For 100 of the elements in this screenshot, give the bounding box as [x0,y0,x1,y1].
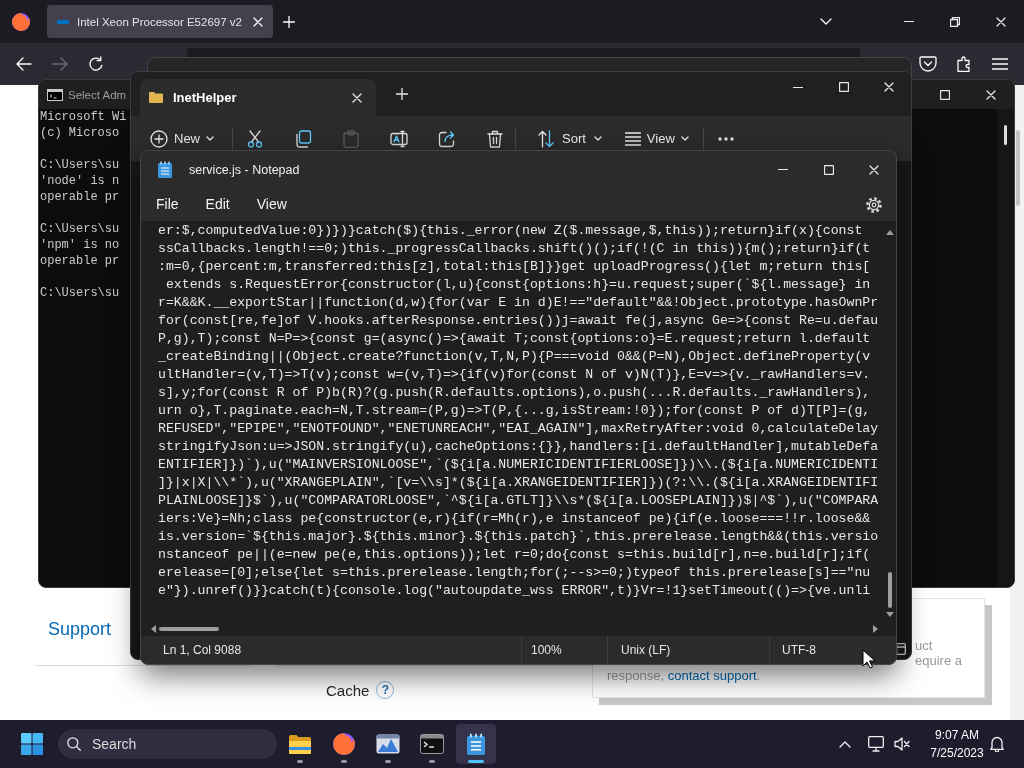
browser-logo-icon [332,732,356,756]
sort-button[interactable]: Sort [530,126,610,151]
notepad-icon [158,161,172,178]
scrollbar-thumb[interactable] [888,572,892,608]
back-arrow-icon[interactable] [16,57,32,71]
share-icon[interactable] [438,129,456,148]
bell-icon[interactable] [990,736,1004,752]
scroll-right-icon[interactable] [873,625,878,633]
muted-speaker-icon[interactable] [894,736,910,752]
notice-text: response, contact support. [607,668,762,683]
console-line: (c) Microso [40,125,120,141]
maximize-icon[interactable] [824,164,834,175]
line-ending: Unix (LF) [621,643,671,657]
reload-icon[interactable] [88,56,104,72]
menu-icon[interactable] [992,58,1008,70]
restore-icon[interactable] [950,16,960,27]
plus-icon[interactable] [396,88,408,100]
explorer-tab[interactable]: InetHelper [140,79,376,116]
shield-check-icon[interactable] [919,56,937,72]
minimize-icon[interactable] [793,86,803,88]
code-line: stringifyJson:u=>JSON.stringify(u),cacheOptions:{}},handlers:[i.defaultHandler],mutableDefa [158,438,879,456]
terminal-window-icon [420,734,444,754]
scrollbar-thumb[interactable] [1016,130,1020,206]
clock-time[interactable]: 9:07 AM [935,726,979,744]
puzzle-piece-icon[interactable] [956,56,972,72]
code-line: REFUSED","EPIPE","ENOTFOUND","ENETUNREACH","EAI_AGAIN"],maxRetryAfter:void 0,calculateDelay [158,420,879,438]
view-button[interactable]: View [616,126,697,151]
encoding: UTF-8 [782,643,816,657]
scroll-down-icon[interactable] [886,612,894,617]
close-icon[interactable] [884,82,894,92]
console-line: Microsoft Wi [40,109,127,125]
list-lines-icon [624,131,641,146]
caret-icon [680,136,689,141]
text-box-icon[interactable] [390,129,408,148]
close-icon[interactable] [996,16,1006,27]
copy-icon[interactable] [294,129,312,148]
chart-window-icon [376,734,400,754]
scrollbar-thumb[interactable] [1004,125,1007,145]
menu-item[interactable]: File [146,192,189,217]
maximize-icon[interactable] [940,89,950,100]
panel-icon[interactable] [896,643,906,655]
more-icon[interactable] [717,136,734,141]
folder-icon [148,91,164,104]
close-icon[interactable] [869,164,879,175]
code-line: :m=0,{percent:m,transferred:this[z],total:this[B]}}get uploadProgress(){let m;return this[ [158,258,871,276]
code-line: ultHandler=(v,T)=>T(v);const w=(v,T)=>{if(v)for(const N of v)N(T)},E=v=>{v._rawHandlers=v. [158,366,871,384]
code-line: ssCallbacks.length!==0;)this._progressCallbacks.shift()();if(!(C in this)){m();return}if(t [158,240,871,258]
taskbar-app-button[interactable] [456,724,496,764]
scroll-up-icon[interactable] [886,230,894,235]
contact-support-link[interactable]: contact support [667,668,757,683]
mouse-pointer-icon [862,649,875,669]
code-line: iers:Ve}=Nh;class pe{constructor(e,r){if(r=Mh(r),e instanceof pe){if(e.loose===!!r.loose&& [158,510,871,528]
code-line: _createBinding||(Object.create?function(v,T,N,P){P===void 0&&(P=N),Object.defineProperty(v [158,348,871,366]
search-icon [67,737,81,751]
console-line: C:\Users\su [40,221,120,237]
sort-arrows-icon [538,129,554,148]
cache-label: Cache [326,681,370,699]
notice-text: uct [915,638,933,653]
support-link[interactable]: Support [48,619,112,640]
console-line: operable pr [40,253,120,269]
clock-date[interactable]: 7/25/2023 [930,744,984,762]
maximize-icon[interactable] [839,82,849,92]
trash-icon[interactable] [487,129,503,148]
code-line: nstanceof pe||(e=new pe(e,this.options));let r=0;do{const s=this.build[r],n=e.build[r];if( [158,546,871,564]
chevron-down-icon[interactable] [820,18,832,25]
window-title: Select Adm [68,88,127,101]
scroll-left-icon[interactable] [151,625,156,633]
code-line: PLAINLOOSE]}$`),u("COMPARATORLOOSE",`^${i[a.GTLT]}\\s*(${i[a.LOOSEPLAIN]})$|^$`),u("COMPARA [158,492,879,510]
new-button[interactable]: New [142,126,222,151]
notepad-icon [467,733,485,755]
caret-icon [593,136,602,141]
cursor-position: Ln 1, Col 9088 [163,643,242,657]
code-line: urn o},T.paginate.each=N,T.stream=(P,g)=>T(P,{...g,isStream:!0});for(const P of d)T[P]=(g, [158,402,871,420]
code-line: erelease=[0];else{let s=this.prerelease.length;for(;--s>=0;)typeof this.prerelease[s]=="nu [158,564,871,582]
search-field[interactable]: Search [58,729,277,759]
folder-icon [288,734,312,754]
menu-item[interactable]: Edit [195,192,240,217]
console-line: C:\Users\su [40,285,120,301]
zoom-level: 100% [531,643,562,657]
notice-text: equire a [915,653,962,668]
caret-icon [206,136,214,141]
menu-item[interactable]: View [246,192,297,217]
console-line: operable pr [40,189,120,205]
code-line: ENTIFIER]})`),u("MAINVERSIONLOOSE",`(${i[a.NUMERICIDENTIFIERLOOSE]})\\.(${i[a.NUMERICIDENTI [158,456,879,474]
close-icon[interactable] [352,92,362,103]
browser-tab[interactable]: Intel Xeon Processor E52697 v2 [47,5,273,38]
browser-logo-icon[interactable] [11,11,31,32]
start-icon[interactable] [21,733,43,755]
monitor-icon[interactable] [868,736,884,752]
code-line: s],y;for(const R of P)b(R)?(g.push(R.defaults.options),o.push(...R.defaults._rawHandlers), [158,384,871,402]
scissors-icon[interactable] [247,129,263,148]
scrollbar-thumb[interactable] [159,627,219,631]
settings-icon[interactable] [866,196,882,213]
text-editor[interactable] [141,221,896,636]
code-line: is.version=`${this.major}.${this.minor}.${this.patch}`,this.prerelease.length&&(this.versio [158,528,879,546]
close-icon[interactable] [986,89,996,100]
console-line: 'npm' is no [40,237,120,253]
window-title: service.js - Notepad [189,162,300,177]
code-line: er:$,computedValue:0})})}catch($){this._error(new Z($.message,$,this));return}if(x){const [158,222,863,240]
chevron-up-icon[interactable] [839,740,851,748]
